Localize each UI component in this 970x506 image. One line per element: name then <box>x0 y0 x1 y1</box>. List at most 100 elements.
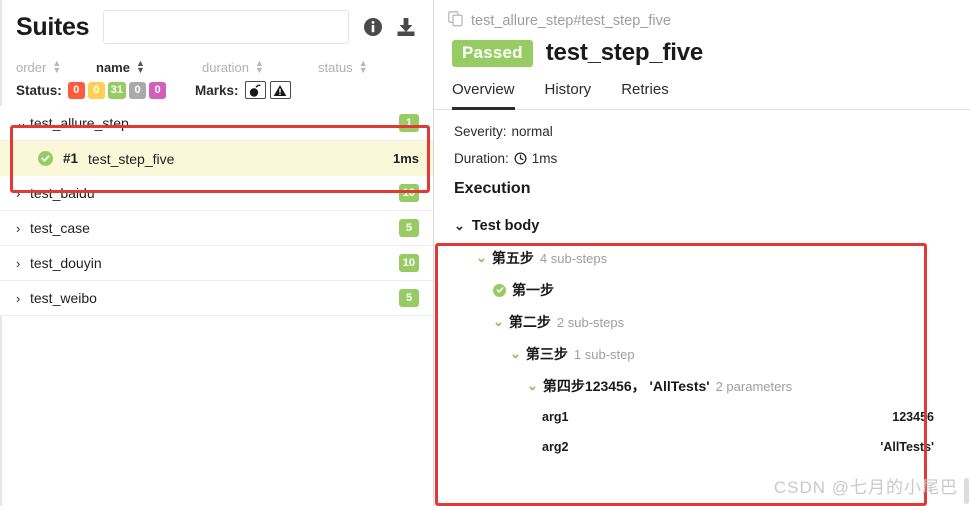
duration-label: Duration: <box>454 151 509 166</box>
severity-value: normal <box>511 124 553 139</box>
test-name: test_step_five <box>545 39 704 66</box>
chevron-down-icon: ⌄ <box>476 250 487 265</box>
sort-column-name-label: name <box>96 59 130 75</box>
page-title: Suites <box>16 12 90 41</box>
suites-tree: ⌄ test_allure_step 1 #1 test_step_five 1… <box>0 106 433 506</box>
chevron-right-icon: › <box>16 290 21 306</box>
sort-arrows-icon: ▲ ▼ <box>135 58 145 75</box>
tree-item-test-case[interactable]: › test_case 5 <box>0 211 433 246</box>
tree-item-label: test_allure_step <box>30 115 129 131</box>
download-icon[interactable] <box>395 17 417 38</box>
chevron-down-icon: ⌄ <box>493 314 504 329</box>
status-badge-broken[interactable]: 0 <box>87 81 105 99</box>
step-item-4[interactable]: ⌄ 第三步 1 sub-step <box>454 338 970 370</box>
duration-row: Duration: 1ms <box>434 139 970 166</box>
breadcrumb-label: test_allure_step#test_step_five <box>471 13 671 29</box>
tree-item-count-badge: 5 <box>399 289 419 307</box>
tree-item-test-allure-step[interactable]: ⌄ test_allure_step 1 <box>0 106 433 141</box>
step-item-3[interactable]: ⌄ 第二步 2 sub-steps <box>454 306 970 338</box>
search-input[interactable] <box>103 10 349 44</box>
tree-item-test-baidu[interactable]: › test_baidu 10 <box>0 176 433 211</box>
detail-tabs: Overview History Retries <box>434 67 970 110</box>
parameter-row-arg2: arg2 'AllTests' <box>454 432 970 462</box>
severity-row: Severity: normal <box>434 110 970 139</box>
tree-item-label: test_case <box>30 220 90 236</box>
chevron-down-icon: ⌄ <box>454 218 465 233</box>
execution-section-title: Execution <box>454 180 531 197</box>
step-item-1[interactable]: ⌄ 第五步 4 sub-steps <box>454 242 970 274</box>
sort-bar: order ▲ ▼ name ▲ ▼ duration ▲ ▼ status ▲ ▼ <box>0 56 433 80</box>
step-substep-note: 2 sub-steps <box>556 314 625 330</box>
step-substep-note: 4 sub-steps <box>539 250 608 266</box>
sort-arrows-icon: ▲ ▼ <box>52 58 62 75</box>
test-body-label: Test body <box>471 218 540 234</box>
tree-item-count-badge: 10 <box>398 254 419 272</box>
allure-report-window: Suites order ▲ ▼ name ▲ ▼ duration ▲ ▼ s… <box>0 0 970 506</box>
status-badge-unknown[interactable]: 0 <box>149 81 167 99</box>
tree-item-count-badge: 1 <box>399 114 419 132</box>
clock-icon <box>514 152 527 165</box>
chevron-down-icon: ⌄ <box>16 115 27 130</box>
test-body-tree: ⌄ Test body ⌄ 第五步 4 sub-steps 第一步 ⌄ 第二步 <box>434 198 970 462</box>
check-circle-icon <box>493 283 506 297</box>
step-label: 第四步123456， 'AllTests' <box>542 378 710 394</box>
step-label: 第五步 <box>491 250 534 266</box>
parameter-name: arg2 <box>542 440 569 454</box>
tree-item-order-number: #1 <box>63 151 79 166</box>
sort-column-status[interactable]: status ▲ ▼ <box>318 58 408 75</box>
chevron-right-icon: › <box>16 220 21 236</box>
parameter-value: 123456 <box>892 410 934 424</box>
warning-triangle-icon[interactable] <box>269 81 291 99</box>
tree-item-label: test_baidu <box>30 185 95 201</box>
info-icon[interactable] <box>363 17 383 37</box>
sort-arrows-icon: ▲ ▼ <box>358 58 368 75</box>
tree-item-label: test_weibo <box>30 290 97 306</box>
step-parameters-note: 2 parameters <box>715 378 793 394</box>
chevron-right-icon: › <box>16 255 21 271</box>
step-item-5[interactable]: ⌄ 第四步123456， 'AllTests' 2 parameters <box>454 370 970 402</box>
status-badge-passed[interactable]: 31 <box>107 81 127 99</box>
duration-value: 1ms <box>531 151 558 166</box>
status-label: Status: <box>16 82 62 98</box>
chevron-right-icon: › <box>16 185 21 201</box>
sort-column-duration[interactable]: duration ▲ ▼ <box>202 59 318 75</box>
sort-column-status-label: status <box>318 59 353 75</box>
tab-retries[interactable]: Retries <box>621 81 669 110</box>
tree-item-label: test_douyin <box>30 255 102 271</box>
step-item-2[interactable]: 第一步 <box>454 274 970 306</box>
breadcrumb[interactable]: test_allure_step#test_step_five <box>434 0 970 31</box>
check-circle-icon <box>38 151 53 166</box>
parameter-name: arg1 <box>542 410 569 424</box>
marks-label: Marks: <box>195 82 239 98</box>
step-substep-note: 1 sub-step <box>573 346 635 362</box>
tree-item-count-badge: 5 <box>399 219 419 237</box>
parameter-value: 'AllTests' <box>880 440 934 454</box>
status-badge-failed[interactable]: 0 <box>67 81 85 99</box>
suites-header: Suites <box>0 0 433 56</box>
tab-history[interactable]: History <box>545 81 592 110</box>
sort-column-name[interactable]: name ▲ ▼ <box>96 58 202 75</box>
chevron-down-icon: ⌄ <box>510 346 521 361</box>
tree-item-test-weibo[interactable]: › test_weibo 5 <box>0 281 433 316</box>
tree-item-count-badge: 10 <box>398 184 419 202</box>
severity-label: Severity: <box>454 124 507 139</box>
test-detail-panel: test_allure_step#test_step_five Passed t… <box>434 0 970 506</box>
status-badge-skipped[interactable]: 0 <box>129 81 147 99</box>
tree-item-duration: 1ms <box>392 151 419 166</box>
tree-item-test-douyin[interactable]: › test_douyin 10 <box>0 246 433 281</box>
scrollbar-thumb[interactable] <box>964 478 969 504</box>
tree-item-label: test_step_five <box>88 150 175 167</box>
header-icon-group <box>363 17 421 38</box>
step-label: 第三步 <box>525 346 568 362</box>
bomb-icon[interactable] <box>244 81 266 99</box>
tab-overview[interactable]: Overview <box>452 81 515 110</box>
copy-icon[interactable] <box>448 11 464 31</box>
tree-item-test-step-five[interactable]: #1 test_step_five 1ms <box>0 141 433 176</box>
test-body-root[interactable]: ⌄ Test body <box>454 210 970 242</box>
status-badge: Passed <box>452 39 533 67</box>
sort-column-order-label: order <box>16 59 47 75</box>
chevron-down-icon: ⌄ <box>527 378 538 393</box>
parameter-row-arg1: arg1 123456 <box>454 402 970 432</box>
sort-column-order[interactable]: order ▲ ▼ <box>16 58 96 75</box>
step-label: 第二步 <box>508 314 551 330</box>
